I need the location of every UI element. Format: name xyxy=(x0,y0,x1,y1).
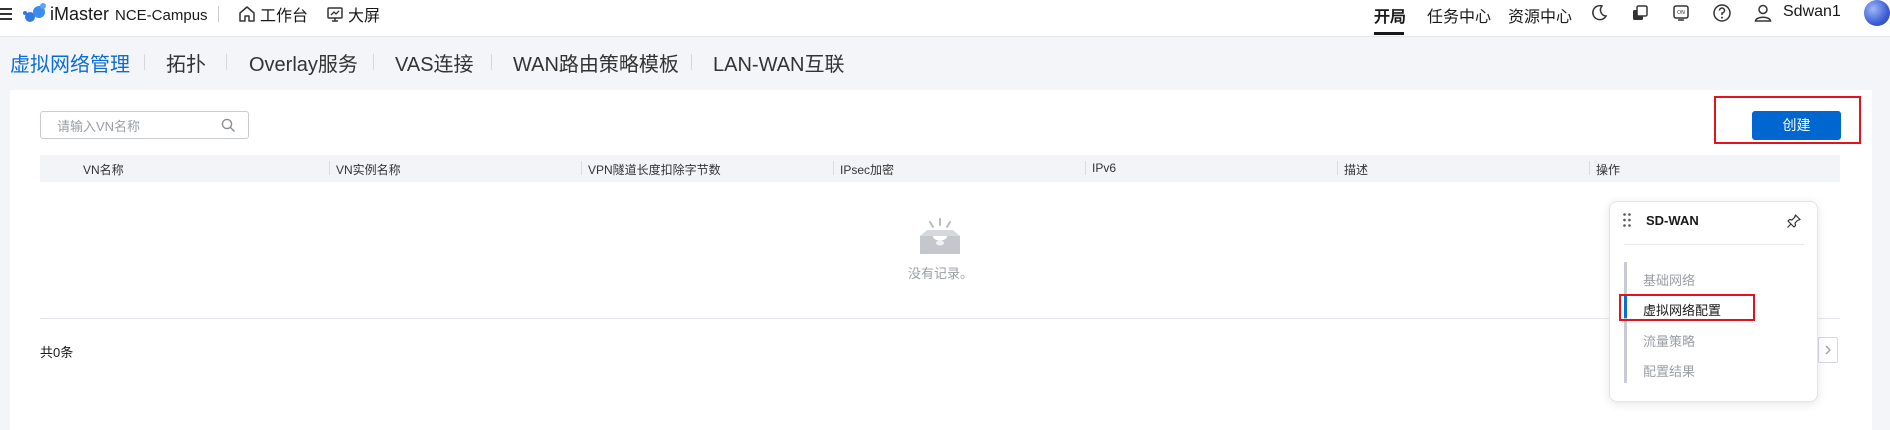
username[interactable]: Sdwan1 xyxy=(1783,3,1841,21)
column-header: 操作 xyxy=(1596,163,1621,177)
pin-icon[interactable] xyxy=(1786,213,1802,229)
search-box[interactable] xyxy=(40,111,249,139)
copy-icon[interactable] xyxy=(1630,3,1650,23)
divider xyxy=(491,54,492,70)
brand-title: iMaster NCE-Campus xyxy=(50,4,208,25)
active-tab-indicator xyxy=(1374,32,1404,35)
help-icon[interactable] xyxy=(1712,3,1732,23)
tab-resource-center[interactable]: 资源中心 xyxy=(1508,3,1572,27)
nav-workbench[interactable]: 工作台 xyxy=(238,3,308,25)
steps-track xyxy=(1624,262,1627,383)
tab-task-center[interactable]: 任务中心 xyxy=(1427,3,1491,27)
column-divider[interactable] xyxy=(833,161,834,175)
monitor-icon xyxy=(327,7,343,22)
divider xyxy=(1624,244,1804,245)
column-divider[interactable] xyxy=(1337,161,1338,175)
subnav-topology[interactable]: 拓扑 xyxy=(166,48,206,77)
total-count: 共0条 xyxy=(40,345,74,360)
svg-text:ON: ON xyxy=(1677,10,1685,16)
moon-icon[interactable] xyxy=(1589,3,1609,23)
divider xyxy=(226,54,227,70)
next-page-button[interactable] xyxy=(1818,337,1838,363)
column-header[interactable]: 描述 xyxy=(1344,161,1368,178)
subnav-overlay[interactable]: Overlay服务 xyxy=(249,48,358,77)
subnav-vas[interactable]: VAS连接 xyxy=(395,48,474,77)
column-header[interactable]: IPsec加密 xyxy=(840,161,894,178)
imaster-logo-icon xyxy=(23,3,46,22)
nav-bigscreen-label: 大屏 xyxy=(348,8,381,25)
subnav-lan-wan[interactable]: LAN-WAN互联 xyxy=(713,48,844,77)
subnav-virtual-network[interactable]: 虚拟网络管理 xyxy=(10,48,130,77)
divider xyxy=(144,54,145,70)
create-button[interactable]: 创建 xyxy=(1752,111,1841,140)
home-icon xyxy=(239,6,255,22)
subnav-wan-route[interactable]: WAN路由策略模板 xyxy=(513,48,679,77)
avatar[interactable] xyxy=(1864,0,1890,26)
main-panel xyxy=(10,90,1872,430)
column-header[interactable]: IPv6 xyxy=(1092,161,1116,175)
table-header: VN名称 VN实例名称 VPN隧道长度扣除字节数 IPsec加密 IPv6 描述… xyxy=(40,155,1840,182)
tab-kaiju[interactable]: 开局 xyxy=(1374,3,1406,27)
empty-message: 没有记录。 xyxy=(908,266,974,281)
nav-workbench-label: 工作台 xyxy=(260,8,309,25)
step-config-result[interactable]: 配置结果 xyxy=(1643,361,1695,380)
top-bar: iMaster NCE-Campus 工作台 大屏 开局 任务中心 资源中心 ON… xyxy=(0,0,1890,37)
search-input[interactable] xyxy=(55,116,219,136)
column-divider[interactable] xyxy=(581,161,582,175)
clipboard-icon[interactable]: ON xyxy=(1671,3,1691,23)
user-icon[interactable] xyxy=(1753,3,1773,23)
divider xyxy=(218,6,219,22)
steps-active-indicator xyxy=(1624,296,1627,318)
nav-bigscreen[interactable]: 大屏 xyxy=(326,3,380,25)
column-header[interactable]: VN名称 xyxy=(83,161,124,178)
empty-box-icon xyxy=(920,218,960,254)
column-header[interactable]: VPN隧道长度扣除字节数 xyxy=(588,161,721,178)
step-basic-network[interactable]: 基础网络 xyxy=(1643,270,1695,289)
brand-name: iMaster xyxy=(50,4,110,24)
column-divider[interactable] xyxy=(1589,161,1590,175)
menu-icon[interactable] xyxy=(0,4,16,24)
step-traffic-policy[interactable]: 流量策略 xyxy=(1643,331,1695,350)
table-divider xyxy=(40,318,1840,319)
column-divider[interactable] xyxy=(1085,161,1086,175)
divider xyxy=(691,54,692,70)
drag-handle-icon[interactable] xyxy=(1622,212,1632,228)
step-virtual-network-config[interactable]: 虚拟网络配置 xyxy=(1643,300,1721,319)
sdwan-panel-title: SD-WAN xyxy=(1646,213,1699,228)
column-header[interactable]: VN实例名称 xyxy=(336,161,401,178)
search-icon[interactable] xyxy=(221,118,236,133)
divider xyxy=(373,54,374,70)
chevron-right-icon xyxy=(1825,345,1831,355)
brand-product: NCE-Campus xyxy=(115,7,208,24)
column-divider[interactable] xyxy=(329,161,330,175)
